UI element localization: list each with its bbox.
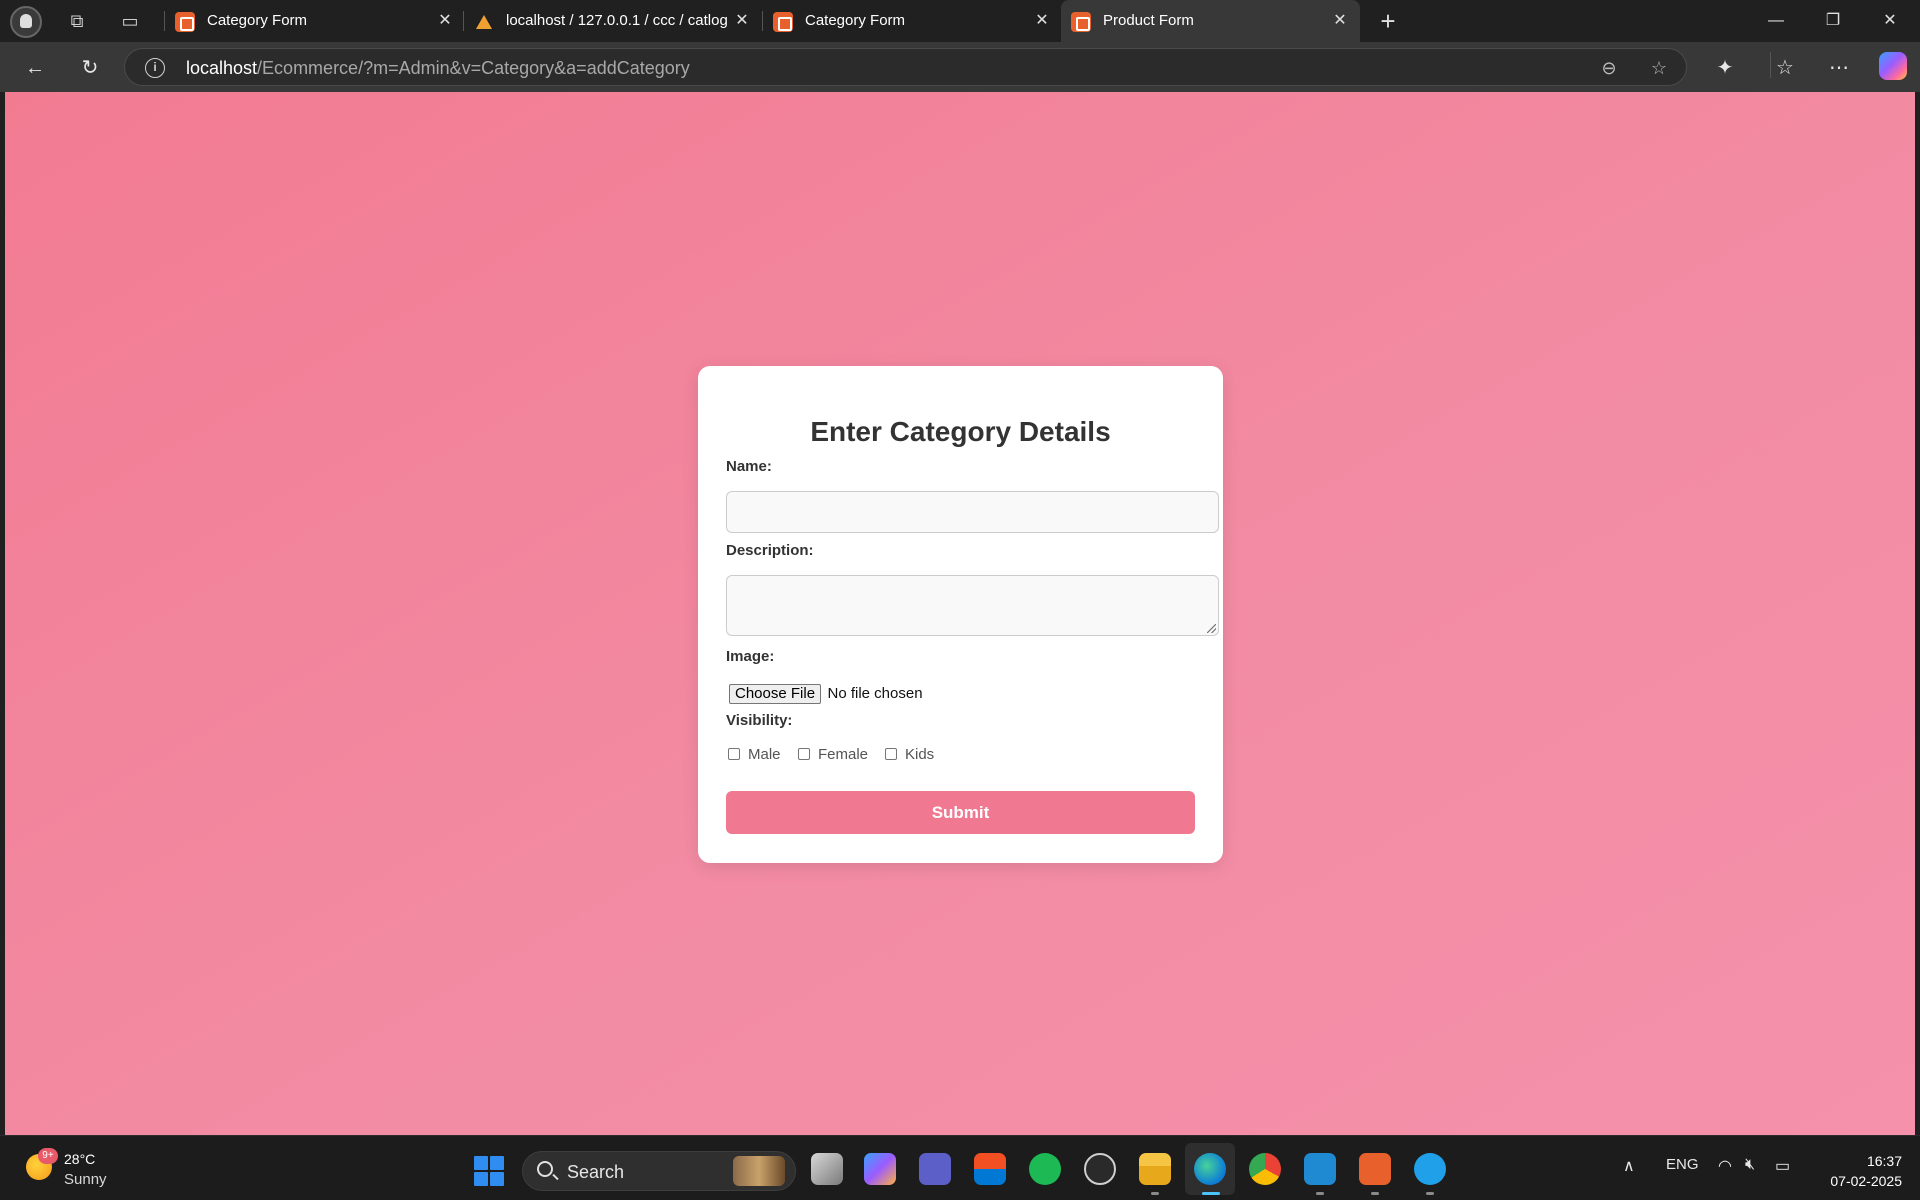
url-text[interactable]: localhost/Ecommerce/?m=Admin&v=Category&… bbox=[186, 58, 690, 79]
workspaces-icon[interactable]: ⧉ bbox=[65, 9, 89, 33]
spotify-icon[interactable] bbox=[1029, 1153, 1061, 1185]
more-menu-icon[interactable]: ⋯ bbox=[1824, 53, 1854, 83]
female-checkbox[interactable] bbox=[798, 748, 810, 760]
form-heading: Enter Category Details bbox=[810, 416, 1111, 447]
tab-title: localhost / 127.0.0.1 / ccc / catlog bbox=[506, 12, 728, 29]
running-indicator bbox=[1426, 1192, 1434, 1195]
profile-avatar[interactable] bbox=[10, 6, 42, 38]
image-label: Image: bbox=[726, 648, 775, 665]
weather-condition: Sunny bbox=[64, 1171, 107, 1188]
restore-button[interactable]: ❐ bbox=[1805, 0, 1861, 42]
name-label: Name: bbox=[726, 458, 772, 475]
show-hidden-icons-chevron-icon[interactable]: ∧ bbox=[1623, 1156, 1635, 1176]
teams-icon[interactable] bbox=[919, 1153, 951, 1185]
taskbar-search[interactable]: Search bbox=[522, 1151, 796, 1191]
weather-temperature: 28°C bbox=[64, 1151, 96, 1167]
dell-icon[interactable] bbox=[1084, 1153, 1116, 1185]
male-checkbox[interactable] bbox=[728, 748, 740, 760]
vertical-tabs-icon[interactable]: ▭ bbox=[118, 9, 142, 33]
name-input[interactable] bbox=[726, 491, 1219, 533]
visibility-option-female[interactable]: Female bbox=[798, 746, 868, 766]
close-window-button[interactable]: ✕ bbox=[1862, 0, 1918, 42]
visibility-label: Visibility: bbox=[726, 712, 793, 729]
visibility-option-male[interactable]: Male bbox=[728, 746, 781, 766]
tab-category-form-1[interactable]: Category Form ✕ bbox=[165, 0, 457, 42]
windows-logo-icon bbox=[474, 1156, 488, 1170]
phpmyadmin-icon bbox=[474, 12, 494, 32]
female-checkbox-label: Female bbox=[818, 746, 869, 763]
edge-icon[interactable] bbox=[1194, 1153, 1226, 1185]
language-indicator[interactable]: ENG bbox=[1666, 1156, 1699, 1173]
extensions-icon[interactable]: ✦ bbox=[1710, 53, 1740, 83]
wifi-icon[interactable]: ◠ bbox=[1718, 1156, 1732, 1176]
battery-icon[interactable]: ▭ bbox=[1775, 1156, 1790, 1176]
site-info-icon[interactable]: i bbox=[145, 58, 165, 78]
skype-icon[interactable] bbox=[1414, 1153, 1446, 1185]
minimize-button[interactable]: — bbox=[1748, 0, 1804, 42]
windows-taskbar: 9+ 28°C Sunny Search ∧ ENG ◠ 🔇︎ ▭ 16:37 … bbox=[0, 1135, 1920, 1200]
store-icon[interactable] bbox=[974, 1153, 1006, 1185]
copilot-icon[interactable] bbox=[1879, 52, 1907, 80]
tab-product-form[interactable]: Product Form ✕ bbox=[1061, 0, 1360, 42]
search-icon bbox=[537, 1161, 553, 1177]
running-indicator bbox=[1151, 1192, 1159, 1195]
task-view-icon[interactable] bbox=[811, 1153, 843, 1185]
close-tab-icon[interactable]: ✕ bbox=[434, 10, 456, 32]
copilot-app-icon[interactable] bbox=[864, 1153, 896, 1185]
new-tab-button[interactable]: + bbox=[1374, 8, 1402, 36]
favorites-icon[interactable]: ☆ bbox=[1770, 53, 1800, 83]
kids-checkbox[interactable] bbox=[885, 748, 897, 760]
active-indicator bbox=[1202, 1192, 1220, 1195]
refresh-button[interactable]: ↻ bbox=[75, 53, 105, 83]
tab-phpmyadmin[interactable]: localhost / 127.0.0.1 / ccc / catlog ✕ bbox=[464, 0, 756, 42]
notification-badge: 9+ bbox=[38, 1148, 58, 1164]
system-clock[interactable]: 16:37 07-02-2025 bbox=[1812, 1151, 1902, 1191]
description-textarea[interactable] bbox=[726, 575, 1219, 636]
file-explorer-icon[interactable] bbox=[1139, 1153, 1171, 1185]
start-button[interactable] bbox=[474, 1156, 504, 1186]
search-highlight-image bbox=[733, 1156, 785, 1186]
tab-title: Category Form bbox=[207, 12, 308, 29]
page-viewport: Enter Category Details Name: Description… bbox=[5, 92, 1915, 1135]
resize-handle-icon[interactable] bbox=[1207, 624, 1216, 633]
submit-button[interactable]: Submit bbox=[726, 791, 1195, 834]
chrome-icon[interactable] bbox=[1249, 1153, 1281, 1185]
tab-title: Category Form bbox=[805, 12, 906, 29]
windows-logo-icon bbox=[474, 1172, 488, 1186]
tab-category-form-2[interactable]: Category Form ✕ bbox=[763, 0, 1055, 42]
description-label: Description: bbox=[726, 542, 814, 559]
address-bar[interactable]: i localhost/Ecommerce/?m=Admin&v=Categor… bbox=[124, 48, 1687, 86]
close-tab-icon[interactable]: ✕ bbox=[1329, 10, 1351, 32]
file-status-text: No file chosen bbox=[827, 685, 923, 702]
windows-logo-icon bbox=[490, 1172, 504, 1186]
running-indicator bbox=[1316, 1192, 1324, 1195]
close-tab-icon[interactable]: ✕ bbox=[1031, 10, 1053, 32]
favorite-star-icon[interactable]: ☆ bbox=[1648, 57, 1670, 79]
visibility-option-kids[interactable]: Kids bbox=[885, 746, 934, 766]
tab-strip: ⧉ ▭ Category Form ✕ localhost / 127.0.0.… bbox=[0, 0, 1920, 42]
xampp-icon bbox=[773, 12, 793, 32]
kids-checkbox-label: Kids bbox=[905, 746, 935, 763]
volume-muted-icon[interactable]: 🔇︎ bbox=[1745, 1156, 1755, 1174]
windows-logo-icon bbox=[490, 1156, 504, 1170]
browser-toolbar: ← ↻ i localhost/Ecommerce/?m=Admin&v=Cat… bbox=[0, 42, 1920, 92]
zoom-icon[interactable]: ⊖ bbox=[1598, 57, 1620, 79]
clock-date: 07-02-2025 bbox=[1830, 1173, 1902, 1189]
clock-time: 16:37 bbox=[1866, 1153, 1902, 1169]
back-button[interactable]: ← bbox=[20, 53, 50, 83]
tab-title: Product Form bbox=[1103, 12, 1194, 29]
image-file-input[interactable]: Choose File No file chosen bbox=[726, 684, 923, 704]
vscode-icon[interactable] bbox=[1304, 1153, 1336, 1185]
xampp-icon bbox=[175, 12, 195, 32]
search-placeholder: Search bbox=[567, 1162, 625, 1182]
close-tab-icon[interactable]: ✕ bbox=[731, 10, 753, 32]
running-indicator bbox=[1371, 1192, 1379, 1195]
xampp-icon bbox=[1071, 12, 1091, 32]
male-checkbox-label: Male bbox=[748, 746, 781, 763]
choose-file-button[interactable]: Choose File bbox=[729, 684, 822, 704]
category-form-card: Enter Category Details Name: Description… bbox=[698, 366, 1223, 863]
xampp-app-icon[interactable] bbox=[1359, 1153, 1391, 1185]
